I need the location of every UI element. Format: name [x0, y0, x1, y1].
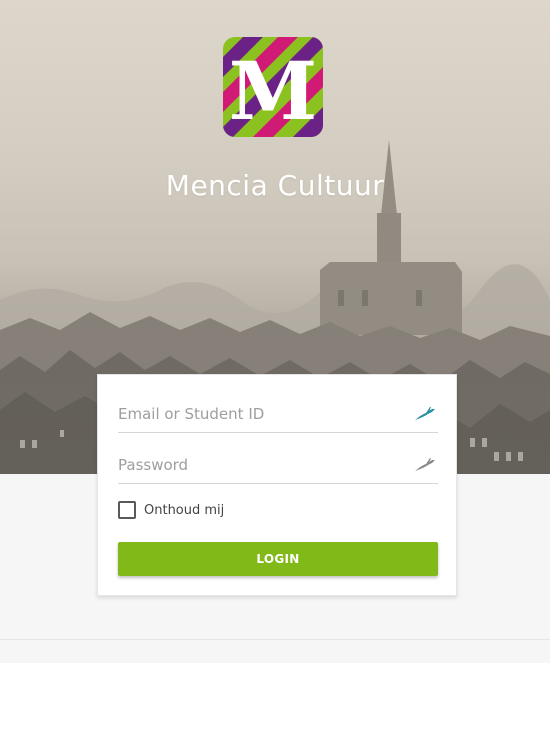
divider — [0, 639, 550, 640]
bird-icon — [415, 458, 435, 471]
login-card: Onthoud mij LOGIN — [97, 374, 457, 596]
remember-me-checkbox[interactable] — [118, 501, 136, 519]
password-input[interactable] — [118, 448, 408, 482]
password-field-wrapper — [118, 448, 438, 484]
logo-image: M — [223, 37, 323, 137]
logo-letter: M — [229, 44, 318, 137]
app-logo: M — [223, 37, 323, 137]
login-button[interactable]: LOGIN — [118, 542, 438, 576]
remember-me[interactable]: Onthoud mij — [118, 501, 224, 519]
app-title: Mencia Cultuur — [165, 169, 385, 202]
remember-me-label: Onthoud mij — [144, 502, 225, 518]
email-field-wrapper — [118, 397, 438, 433]
email-input[interactable] — [118, 397, 408, 431]
bird-icon — [415, 407, 435, 420]
